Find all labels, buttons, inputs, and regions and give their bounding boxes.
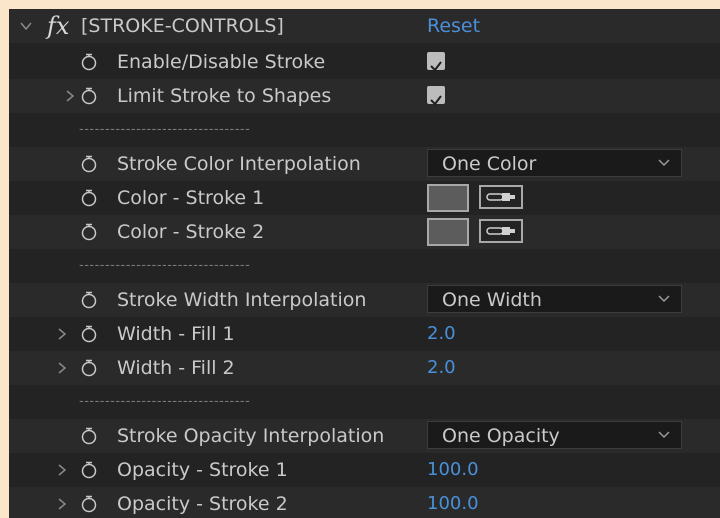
stopwatch-icon[interactable] (81, 87, 97, 105)
enable-stroke-checkbox[interactable] (427, 52, 445, 72)
property-row-stroke-width-interpolation: Stroke Width Interpolation One Width (9, 283, 720, 317)
eyedropper-button[interactable] (479, 219, 523, 243)
property-row-width-fill-1: Width - Fill 1 2.0 (9, 317, 720, 351)
separator-text: --------------------------------- (79, 122, 251, 137)
fx-icon[interactable]: fx (47, 9, 69, 43)
limit-stroke-checkbox[interactable] (427, 86, 445, 106)
separator-text: --------------------------------- (79, 394, 251, 409)
effect-name: [STROKE-CONTROLS] (81, 15, 284, 37)
stopwatch-icon[interactable] (81, 427, 97, 445)
effect-header-row[interactable]: fx [STROKE-CONTROLS] Reset (9, 9, 720, 43)
property-row-enable-disable-stroke: Enable/Disable Stroke (9, 45, 720, 79)
stopwatch-icon[interactable] (81, 359, 97, 377)
property-row-opacity-stroke-1: Opacity - Stroke 1 100.0 (9, 453, 720, 487)
width-fill-1-value[interactable]: 2.0 (427, 317, 456, 351)
chevron-down-icon (658, 431, 670, 439)
stopwatch-icon[interactable] (81, 291, 97, 309)
property-label: Opacity - Stroke 2 (117, 493, 288, 515)
eyedropper-button[interactable] (479, 185, 523, 209)
stopwatch-icon[interactable] (81, 461, 97, 479)
chevron-down-icon (658, 159, 670, 167)
color-swatch-stroke-1[interactable] (427, 184, 469, 212)
property-row-color-stroke-2: Color - Stroke 2 (9, 215, 720, 249)
eyedropper-icon (486, 193, 515, 201)
property-row-opacity-stroke-2: Opacity - Stroke 2 100.0 (9, 487, 720, 518)
property-row-stroke-opacity-interpolation: Stroke Opacity Interpolation One Opacity (9, 419, 720, 453)
property-row-width-fill-2: Width - Fill 2 2.0 (9, 351, 720, 385)
stopwatch-icon[interactable] (81, 189, 97, 207)
property-row-stroke-color-interpolation: Stroke Color Interpolation One Color (9, 147, 720, 181)
property-label: Stroke Opacity Interpolation (117, 425, 385, 447)
dropdown-selected-value: One Opacity (442, 425, 560, 447)
stopwatch-icon[interactable] (81, 53, 97, 71)
separator-row: --------------------------------- (9, 113, 720, 147)
stroke-opacity-interpolation-dropdown[interactable]: One Opacity (427, 421, 682, 449)
property-label: Stroke Width Interpolation (117, 289, 367, 311)
reset-link[interactable]: Reset (427, 9, 480, 43)
property-row-limit-stroke-to-shapes: Limit Stroke to Shapes (9, 79, 720, 113)
checkmark-icon (430, 95, 442, 106)
color-swatch-stroke-2[interactable] (427, 218, 469, 246)
property-label: Color - Stroke 1 (117, 187, 265, 209)
width-fill-2-value[interactable]: 2.0 (427, 351, 456, 385)
effect-controls-panel: fx [STROKE-CONTROLS] Reset Enable/Disabl… (9, 9, 720, 518)
property-label: Opacity - Stroke 1 (117, 459, 288, 481)
stopwatch-icon[interactable] (81, 155, 97, 173)
checkmark-icon (430, 61, 442, 72)
eyedropper-icon (486, 227, 515, 235)
chevron-right-icon[interactable] (55, 487, 69, 518)
property-label: Width - Fill 1 (117, 323, 235, 345)
opacity-stroke-2-value[interactable]: 100.0 (427, 487, 479, 518)
stopwatch-icon[interactable] (81, 495, 97, 513)
property-label: Color - Stroke 2 (117, 221, 265, 243)
stopwatch-icon[interactable] (81, 223, 97, 241)
stopwatch-icon[interactable] (81, 325, 97, 343)
separator-row: --------------------------------- (9, 249, 720, 283)
property-label: Stroke Color Interpolation (117, 153, 361, 175)
property-row-color-stroke-1: Color - Stroke 1 (9, 181, 720, 215)
dropdown-selected-value: One Width (442, 289, 542, 311)
separator-row: --------------------------------- (9, 385, 720, 419)
stroke-width-interpolation-dropdown[interactable]: One Width (427, 285, 682, 313)
property-label: Width - Fill 2 (117, 357, 235, 379)
stroke-color-interpolation-dropdown[interactable]: One Color (427, 149, 682, 177)
chevron-down-icon (658, 295, 670, 303)
opacity-stroke-1-value[interactable]: 100.0 (427, 453, 479, 487)
property-label: Enable/Disable Stroke (117, 51, 326, 73)
property-label: Limit Stroke to Shapes (117, 85, 332, 107)
dropdown-selected-value: One Color (442, 153, 537, 175)
separator-text: --------------------------------- (79, 258, 251, 273)
